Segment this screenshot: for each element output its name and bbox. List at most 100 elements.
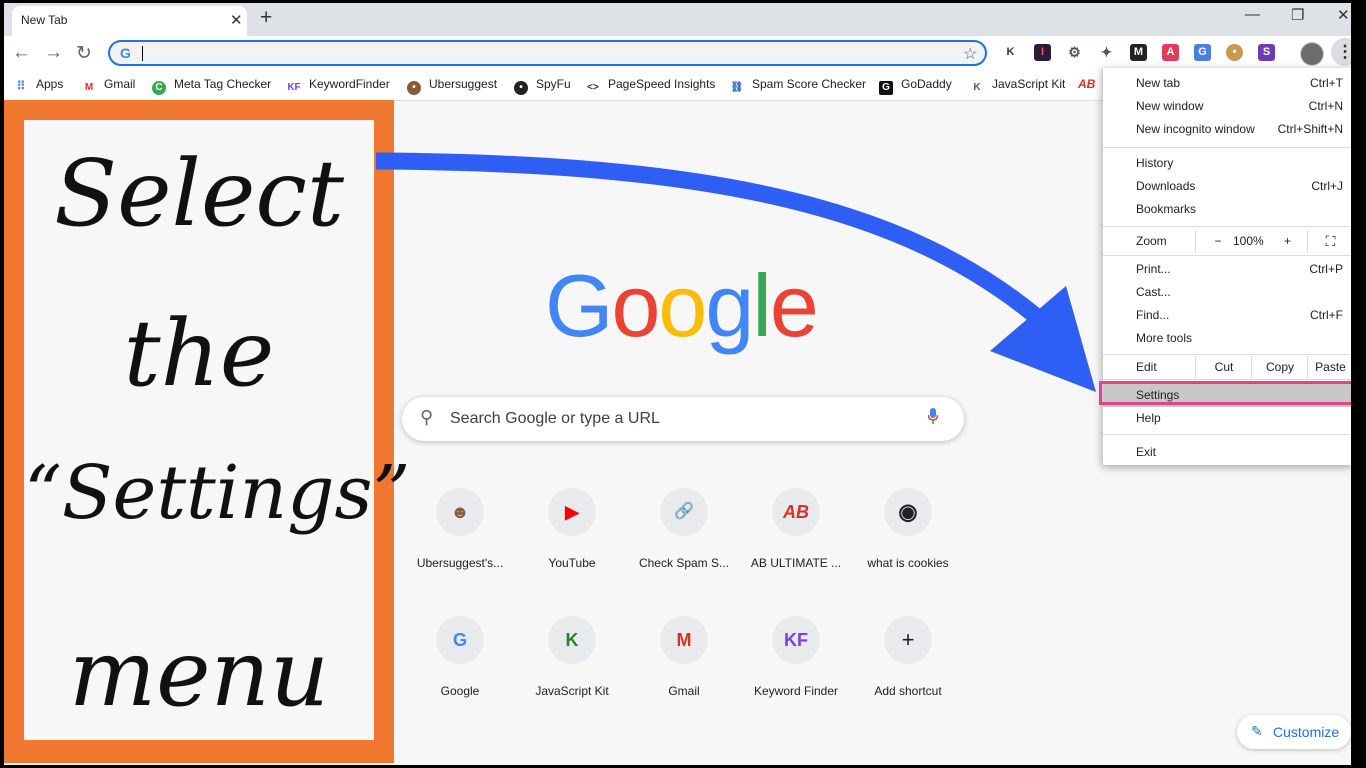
shortcut-tile[interactable]: G Google [404,616,516,728]
extension-gear-icon[interactable]: ⚙ [1066,44,1083,61]
pagespeed-icon: <> [587,82,599,93]
callout-line-3: “Settings” [24,450,411,536]
chrome-menu: New tab Ctrl+T New window Ctrl+N New incog… [1102,68,1351,465]
menu-item-cast[interactable]: Cast... [1103,281,1351,304]
forward-icon[interactable]: → [44,42,63,64]
bookmark-spam-score[interactable]: ⛓ Spam Score Checker [730,77,866,95]
google-search-box[interactable]: ⚲ [402,397,964,441]
zoom-level: 100% [1233,234,1264,248]
kf-icon: KF [772,616,820,664]
bookmark-ab[interactable]: AB [1078,77,1095,91]
bookmark-javascript-kit[interactable]: K JavaScript Kit [970,77,1065,95]
extension-s-icon[interactable]: S [1258,44,1275,61]
extension-iiii-icon[interactable]: I [1034,44,1051,61]
shortcut-label: Keyword Finder [753,684,839,698]
shortcut-label: Gmail [668,684,700,698]
shortcut-tile[interactable]: ☻ Ubersuggest's... [404,488,516,600]
extension-puzzle-icon[interactable]: ✦ [1098,44,1115,61]
copy-button[interactable]: Copy [1251,356,1308,379]
jskit-icon: K [548,616,596,664]
shortcut-tile[interactable]: ▶ YouTube [516,488,628,600]
menu-item-help[interactable]: Help [1103,407,1351,430]
minimize-icon[interactable]: — [1245,6,1260,23]
google-g-icon: G [120,45,131,61]
shortcut-tile[interactable]: 🔗 Check Spam S... [628,488,740,600]
text-caret [142,46,143,61]
shortcut-tile[interactable]: K JavaScript Kit [516,616,628,728]
ubersuggest-icon: ☻ [436,488,484,536]
shortcut-label: JavaScript Kit [535,684,609,698]
window-close-icon[interactable]: ✕ [1337,6,1350,24]
extension-translate-icon[interactable]: G [1194,44,1211,61]
star-icon[interactable]: ☆ [963,44,977,64]
apps-grid-icon: ⠿ [16,79,26,93]
search-icon: ⚲ [420,407,434,427]
title-bar: New Tab ✕ + — ❐ ✕ [4,3,1351,36]
menu-row-zoom: Zoom − 100% + ⛶ [1103,230,1351,253]
extension-m-icon[interactable]: M [1130,44,1147,61]
gmail-icon: M [84,82,94,93]
reload-icon[interactable]: ↻ [76,42,92,65]
pencil-icon: ✎ [1251,723,1263,739]
shortcut-label: Ubersuggest's... [416,556,504,570]
shortcut-label: Check Spam S... [638,556,730,570]
toolbar: ← → ↻ G ☆ K I ⚙ ✦ M A G • S ⋮ [4,36,1351,71]
fullscreen-icon[interactable]: ⛶ [1307,230,1351,253]
chrome-menu-kebab-icon[interactable]: ⋮ [1331,38,1351,66]
bookmark-pagespeed[interactable]: <> PageSpeed Insights [586,77,715,95]
close-icon[interactable]: ✕ [230,11,243,29]
menu-item-new-window[interactable]: New window Ctrl+N [1103,95,1351,118]
extension-k-icon[interactable]: K [1002,44,1019,61]
zoom-in-button[interactable]: + [1284,234,1291,248]
extension-cookie-icon[interactable]: • [1226,44,1243,61]
settings-highlight-box [1099,381,1351,405]
bookmark-godaddy[interactable]: G GoDaddy [879,77,952,95]
menu-item-find[interactable]: Find... Ctrl+F [1103,304,1351,327]
extension-a-icon[interactable]: A [1162,44,1179,61]
menu-item-downloads[interactable]: Downloads Ctrl+J [1103,175,1351,198]
add-shortcut-tile[interactable]: + Add shortcut [852,616,964,728]
shortcut-label: what is cookies [867,556,949,570]
ab-icon: AB [772,488,820,536]
cookie-icon: ◉ [884,488,932,536]
back-icon[interactable]: ← [12,42,31,64]
bookmark-meta-tag-checker[interactable]: C Meta Tag Checker [152,77,271,95]
menu-item-exit[interactable]: Exit [1103,441,1351,464]
shortcut-label: Google [440,684,480,698]
menu-divider [1103,379,1351,380]
search-input[interactable] [448,409,912,429]
omnibox[interactable]: G ☆ [108,40,987,66]
cut-button[interactable]: Cut [1195,356,1252,379]
shortcut-tile[interactable]: ◉ what is cookies [852,488,964,600]
tab-new-tab[interactable]: New Tab ✕ [12,6,247,36]
callout-text-panel: Select the “Settings” menu [24,120,411,740]
profile-avatar[interactable] [1300,42,1324,66]
new-tab-button[interactable]: + [260,6,272,30]
menu-divider [1103,226,1351,227]
meta-tag-icon: C [152,81,166,95]
menu-item-new-tab[interactable]: New tab Ctrl+T [1103,72,1351,95]
paste-button[interactable]: Paste [1307,356,1351,379]
bookmark-gmail[interactable]: M Gmail [82,77,136,95]
bookmark-ubersuggest[interactable]: • Ubersuggest [407,77,497,95]
shortcut-tile[interactable]: M Gmail [628,616,740,728]
menu-item-history[interactable]: History [1103,152,1351,175]
microphone-icon[interactable] [928,408,938,425]
customize-button[interactable]: ✎ Customize [1237,715,1351,749]
menu-item-bookmarks[interactable]: Bookmarks [1103,198,1351,221]
shortcut-tile[interactable]: AB AB ULTIMATE ... [740,488,852,600]
jskit-icon: K [973,82,981,93]
menu-item-more-tools[interactable]: More tools [1103,327,1351,350]
menu-item-incognito[interactable]: New incognito window Ctrl+Shift+N [1103,118,1351,141]
shortcut-tile[interactable]: KF Keyword Finder [740,616,852,728]
maximize-icon[interactable]: ❐ [1291,6,1304,24]
menu-row-edit: Edit Cut Copy Paste [1103,356,1351,379]
bookmark-keywordfinder[interactable]: KF KeywordFinder [287,77,389,95]
bookmark-apps[interactable]: ⠿ Apps [14,77,64,93]
menu-item-print[interactable]: Print... Ctrl+P [1103,258,1351,281]
address-input[interactable] [146,44,930,64]
link-icon: 🔗 [660,488,708,536]
bookmark-spyfu[interactable]: • SpyFu [514,77,571,95]
callout-line-4: menu [68,620,330,727]
callout-line-1: Select [54,140,344,247]
